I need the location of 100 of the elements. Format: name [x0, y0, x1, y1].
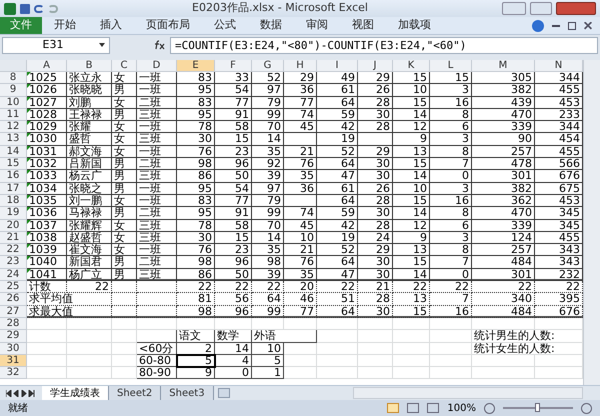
table-cell: 51 — [317, 293, 358, 306]
table-cell: 男 — [112, 182, 137, 195]
column-header[interactable]: H — [284, 60, 317, 72]
column-header[interactable]: L — [430, 60, 472, 72]
sheet-tab[interactable]: Sheet2 — [109, 386, 162, 400]
name-box[interactable]: E31 — [2, 36, 110, 54]
row-header[interactable]: 9 — [0, 84, 27, 97]
column-header[interactable]: M — [472, 60, 535, 72]
row-header[interactable]: 18 — [0, 194, 27, 208]
ribbon-tab[interactable]: 开始 — [42, 17, 88, 34]
sheet-nav-icon[interactable] — [6, 390, 36, 396]
empty-cell — [137, 318, 177, 330]
file-tab[interactable]: 文件 — [0, 17, 42, 34]
empty-cell — [317, 318, 358, 330]
ribbon-tab[interactable]: 审阅 — [294, 17, 340, 34]
zoom-level[interactable]: 100% — [447, 400, 476, 416]
column-header[interactable]: A — [27, 60, 67, 72]
sheet-tab[interactable]: Sheet3 — [161, 386, 214, 400]
row-header[interactable]: 19 — [0, 207, 27, 220]
zoom-out-icon[interactable] — [484, 402, 495, 414]
table-cell: 14 — [252, 133, 284, 146]
column-header[interactable]: J — [358, 60, 393, 72]
help-icon[interactable] — [532, 20, 544, 32]
zoom-in-icon[interactable] — [581, 402, 592, 414]
row-header[interactable]: 16 — [0, 170, 27, 183]
row-header[interactable]: 20 — [0, 220, 27, 232]
undo-icon[interactable] — [34, 4, 44, 12]
column-header[interactable]: G — [252, 60, 284, 72]
ribbon-tab[interactable]: 数据 — [248, 17, 294, 34]
empty-cell — [215, 318, 252, 330]
row-header[interactable]: 28 — [0, 318, 27, 330]
table-cell: 46 — [284, 293, 317, 306]
table-cell: 1029 — [27, 121, 67, 134]
ribbon-tab[interactable]: 页面布局 — [134, 17, 202, 34]
close-icon[interactable] — [584, 22, 592, 30]
table-cell: 赵盛哲 — [67, 232, 112, 244]
formula-input[interactable]: =COUNTIF(E3:E24,"<80")-COUNTIF(E3:E24,"<60") — [170, 36, 598, 54]
column-header[interactable]: C — [112, 60, 137, 72]
row-header[interactable]: 26 — [0, 293, 27, 306]
table-cell: 339 — [472, 121, 535, 134]
table-cell: 一班 — [137, 194, 177, 208]
normal-view-icon[interactable] — [387, 403, 400, 413]
restore-icon[interactable] — [568, 22, 576, 30]
row-header[interactable]: 31 — [0, 354, 27, 368]
vertical-scrollbar[interactable] — [583, 60, 600, 385]
table-cell: 52 — [317, 244, 358, 256]
page-break-icon[interactable] — [427, 403, 440, 413]
save-icon[interactable] — [20, 4, 30, 14]
table-cell: 30 — [358, 306, 393, 318]
table-cell: 3 — [430, 232, 472, 244]
table-cell: 数学 — [215, 330, 252, 343]
table-cell: 张立永 — [67, 72, 112, 84]
table-cell: 9 — [393, 133, 430, 146]
column-header[interactable]: E — [177, 60, 215, 72]
ribbon-tab[interactable]: 视图 — [340, 17, 386, 34]
row-header[interactable]: 13 — [0, 133, 27, 146]
row-header[interactable]: 29 — [0, 330, 27, 343]
empty-cell — [67, 318, 112, 330]
ribbon-tab[interactable]: 插入 — [88, 17, 134, 34]
insert-function-icon[interactable] — [154, 40, 166, 50]
empty-cell — [284, 367, 317, 380]
row-header[interactable]: 11 — [0, 108, 27, 122]
table-cell: 16 — [430, 194, 472, 208]
row-header[interactable]: 8 — [0, 72, 27, 84]
row-header[interactable]: 10 — [0, 96, 27, 109]
column-header[interactable]: N — [535, 60, 583, 72]
column-header[interactable]: F — [215, 60, 252, 72]
table-cell: 8 — [430, 146, 472, 158]
ribbon-tab[interactable]: 公式 — [202, 17, 248, 34]
column-header[interactable]: B — [67, 60, 112, 72]
sheet-tab[interactable]: 学生成绩表 — [42, 386, 109, 400]
column-header[interactable]: D — [137, 60, 177, 72]
row-header[interactable]: 24 — [0, 268, 27, 281]
row-header[interactable]: 25 — [0, 281, 27, 294]
row-header[interactable]: 12 — [0, 121, 27, 134]
zoom-thumb[interactable] — [535, 403, 540, 412]
maximize-icon[interactable] — [530, 2, 552, 15]
table-cell: 吕新国 — [67, 158, 112, 170]
row-header[interactable]: 32 — [0, 367, 27, 380]
row-header[interactable]: 21 — [0, 232, 27, 244]
table-cell: 78 — [177, 220, 215, 232]
table-cell: 22 — [67, 281, 112, 294]
row-header[interactable]: 22 — [0, 244, 27, 256]
page-layout-icon[interactable] — [407, 403, 420, 413]
dropdown-caret-icon[interactable] — [99, 43, 105, 47]
empty-cell — [112, 293, 137, 306]
column-header[interactable]: K — [393, 60, 430, 72]
row-header[interactable]: 27 — [0, 306, 27, 318]
row-header[interactable]: 15 — [0, 158, 27, 170]
table-cell: 男 — [112, 158, 137, 170]
minimize-icon[interactable] — [552, 24, 560, 26]
column-header[interactable]: I — [317, 60, 358, 72]
new-sheet-icon[interactable] — [218, 388, 230, 398]
table-cell: 86 — [177, 268, 215, 281]
ribbon-tab[interactable]: 加载项 — [386, 17, 443, 34]
row-header[interactable]: 17 — [0, 182, 27, 195]
row-header[interactable]: 14 — [0, 146, 27, 158]
row-header[interactable]: 30 — [0, 342, 27, 355]
row-header[interactable]: 23 — [0, 256, 27, 269]
horizontal-scrollbar[interactable] — [353, 387, 583, 399]
